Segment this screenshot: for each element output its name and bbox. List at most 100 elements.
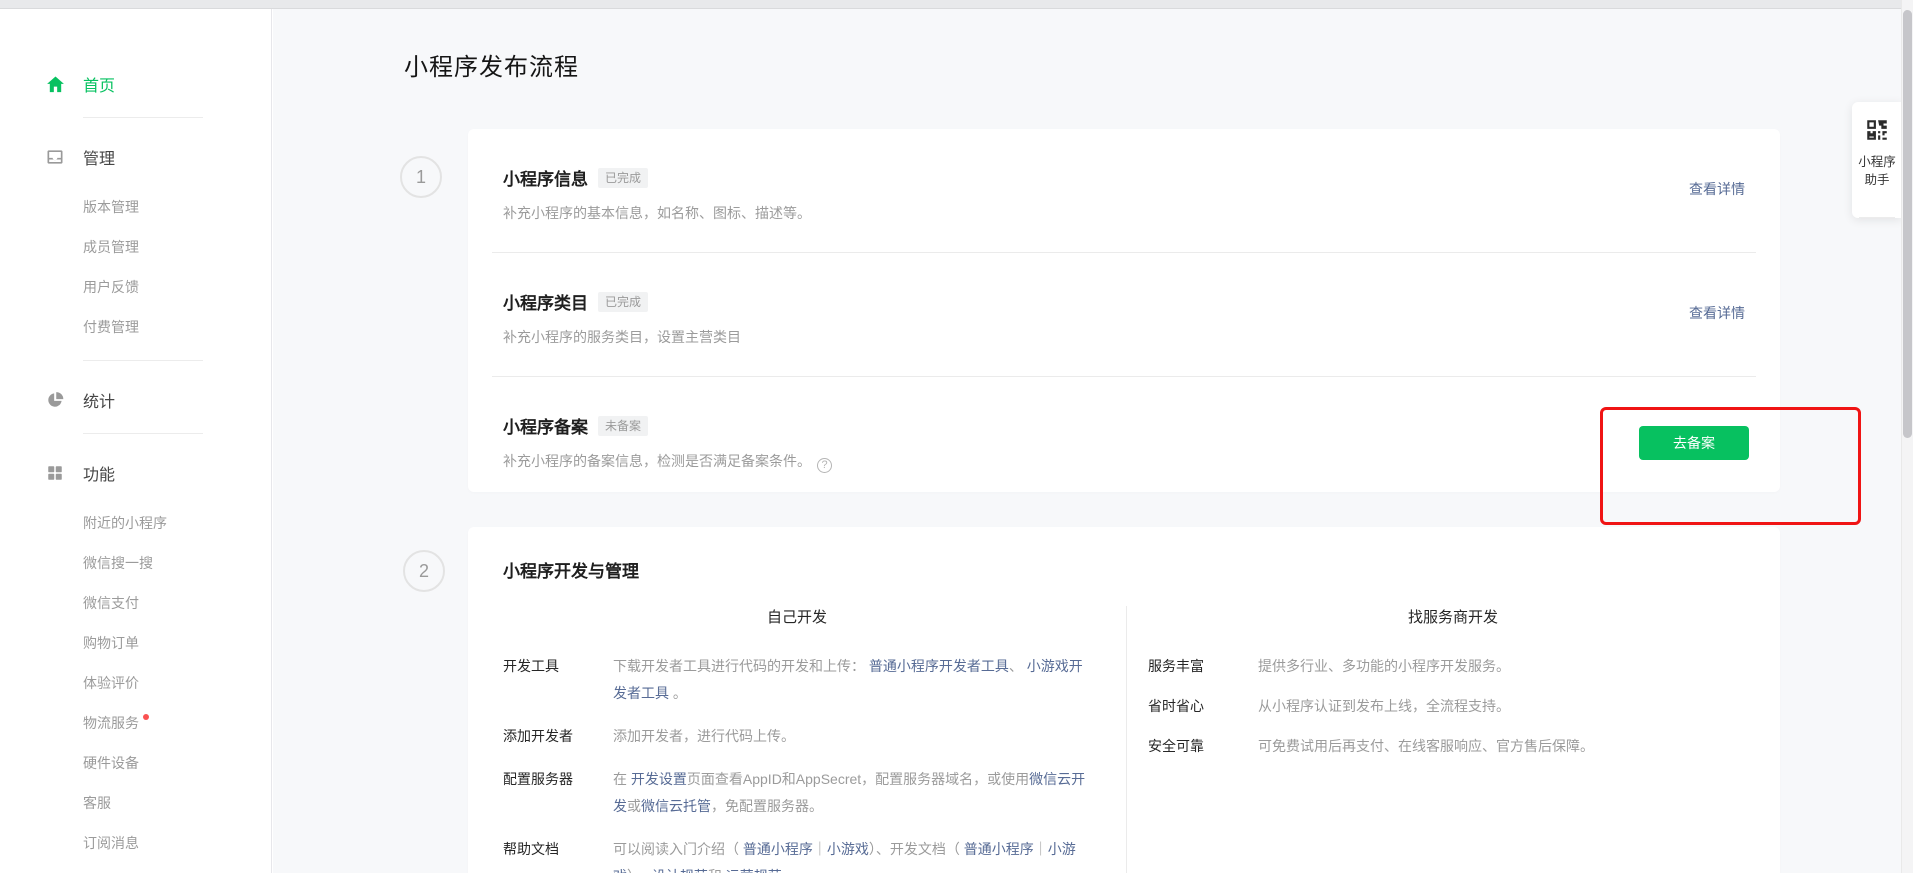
sidebar: 首页管理版本管理成员管理用户反馈付费管理统计功能附近的小程序微信搜一搜微信支付购… xyxy=(0,9,272,873)
inline-link[interactable]: 普通小程序开发者工具 xyxy=(869,658,1009,674)
sidebar-item-features[interactable]: 功能 xyxy=(0,453,271,493)
pie-chart-icon xyxy=(44,389,66,411)
column-self-dev: 自己开发开发工具下载开发者工具进行代码的开发和上传： 普通小程序开发者工具、 小… xyxy=(468,606,1126,873)
inline-text: ）、开发文档（ xyxy=(869,841,964,857)
dev-row-label: 帮助文档 xyxy=(503,836,613,873)
sidebar-subitem-label: 体验评价 xyxy=(83,673,139,693)
sidebar-subitem-label: 用户反馈 xyxy=(83,277,139,297)
dev-row-text: 从小程序认证到发布上线，全流程支持。 xyxy=(1258,693,1750,720)
sidebar-subitem[interactable]: 成员管理 xyxy=(0,227,271,267)
step-row-head: 小程序类目已完成 xyxy=(503,289,1745,314)
dev-row-label: 开发工具 xyxy=(503,653,613,707)
inline-link[interactable]: 开发设置 xyxy=(631,771,687,787)
sidebar-subitem-label: 付费管理 xyxy=(83,317,139,337)
step-row-desc-text: 补充小程序的备案信息，检测是否满足备案条件。 xyxy=(503,453,811,469)
sidebar-subitem[interactable]: 附近的小程序 xyxy=(0,503,271,543)
mini-program-assistant-widget[interactable]: 小程序 助手 xyxy=(1852,102,1902,218)
step-row-desc: 补充小程序的备案信息，检测是否满足备案条件。? xyxy=(503,451,1745,473)
notification-dot xyxy=(143,714,149,720)
home-icon xyxy=(44,73,66,95)
inline-link[interactable]: 运营规范 xyxy=(726,868,782,873)
inline-text: ）、 xyxy=(627,868,652,873)
inline-text: 和 xyxy=(708,868,726,873)
sidebar-subitem[interactable]: 硬件设备 xyxy=(0,743,271,783)
view-details-link[interactable]: 查看详情 xyxy=(1689,303,1745,323)
dev-row: 省时省心从小程序认证到发布上线，全流程支持。 xyxy=(1148,693,1750,720)
sidebar-item-label: 管理 xyxy=(83,145,115,169)
dev-row: 安全可靠可免费试用后再支付、在线客服响应、官方售后保障。 xyxy=(1148,733,1750,760)
sidebar-item-label: 首页 xyxy=(83,72,115,96)
dev-row: 开发工具下载开发者工具进行代码的开发和上传： 普通小程序开发者工具、 小游戏开发… xyxy=(503,653,1090,707)
step-row-desc: 补充小程序的基本信息，如名称、图标、描述等。 xyxy=(503,203,1745,223)
dev-row: 配置服务器在 开发设置页面查看AppID和AppSecret，配置服务器域名，或… xyxy=(503,766,1090,820)
sidebar-subitem[interactable]: 物流服务 xyxy=(0,703,271,743)
inline-link[interactable]: 微信云托管 xyxy=(641,798,711,814)
sidebar-subitem[interactable]: 微信支付 xyxy=(0,583,271,623)
inline-link[interactable]: 小游戏 xyxy=(827,841,869,857)
step-row-info: 小程序信息已完成补充小程序的基本信息，如名称、图标、描述等。 查看详情 xyxy=(468,129,1780,253)
sidebar-divider xyxy=(83,433,203,434)
column-header-self-dev: 自己开发 xyxy=(468,606,1126,627)
step-row-beian: 小程序备案未备案补充小程序的备案信息，检测是否满足备案条件。?去备案 xyxy=(468,377,1780,492)
inline-link[interactable]: 设计规范 xyxy=(652,868,708,873)
go-beian-button[interactable]: 去备案 xyxy=(1639,426,1749,460)
inline-text: 可以阅读入门介绍（ xyxy=(613,841,743,857)
sidebar-subitems: 版本管理成员管理用户反馈付费管理 xyxy=(0,177,271,347)
inline-text: 页面查看AppID和AppSecret，配置服务器域名，或使用 xyxy=(687,771,1029,787)
sidebar-subitem[interactable]: 订阅消息 xyxy=(0,823,271,863)
inline-link[interactable]: 普通小程序 xyxy=(743,841,813,857)
develop-manage-card: 小程序开发与管理 自己开发开发工具下载开发者工具进行代码的开发和上传： 普通小程… xyxy=(468,527,1780,873)
page-title: 小程序发布流程 xyxy=(404,47,579,82)
sidebar-nav: 首页管理版本管理成员管理用户反馈付费管理统计功能附近的小程序微信搜一搜微信支付购… xyxy=(0,9,271,863)
inline-link[interactable]: 普通小程序 xyxy=(964,841,1034,857)
sidebar-subitem[interactable]: 体验评价 xyxy=(0,663,271,703)
dev-row: 服务丰富提供多行业、多功能的小程序开发服务。 xyxy=(1148,653,1750,680)
grid-icon xyxy=(44,462,66,484)
sidebar-subitems: 附近的小程序微信搜一搜微信支付购物订单体验评价物流服务硬件设备客服订阅消息 xyxy=(0,493,271,863)
app-window: 首页管理版本管理成员管理用户反馈付费管理统计功能附近的小程序微信搜一搜微信支付购… xyxy=(0,0,1913,873)
step-row-title: 小程序备案 xyxy=(503,413,588,438)
sidebar-item-stats[interactable]: 统计 xyxy=(0,380,271,420)
sidebar-subitem-label: 附近的小程序 xyxy=(83,513,167,533)
sidebar-subitem-label: 购物订单 xyxy=(83,633,139,653)
sidebar-item-home[interactable]: 首页 xyxy=(0,64,271,104)
sidebar-subitem[interactable]: 客服 xyxy=(0,783,271,823)
sidebar-subitem[interactable]: 付费管理 xyxy=(0,307,271,347)
help-icon[interactable]: ? xyxy=(817,458,832,473)
scrollbar-track xyxy=(1901,0,1913,873)
sidebar-divider xyxy=(83,117,203,118)
inline-text: 。 xyxy=(782,868,800,873)
step-row-desc-text: 补充小程序的基本信息，如名称、图标、描述等。 xyxy=(503,205,811,221)
column-divider xyxy=(1126,606,1127,873)
inline-text: 下载开发者工具进行代码的开发和上传： xyxy=(613,658,869,674)
sidebar-subitem[interactable]: 微信搜一搜 xyxy=(0,543,271,583)
sidebar-item-manage[interactable]: 管理 xyxy=(0,137,271,177)
step-row-title: 小程序信息 xyxy=(503,165,588,190)
step-row-head: 小程序信息已完成 xyxy=(503,165,1745,190)
inline-text: 或 xyxy=(627,798,641,814)
step-2-indicator: 2 xyxy=(403,550,445,592)
sidebar-subitem-label: 硬件设备 xyxy=(83,753,139,773)
inline-text: 、 xyxy=(1009,658,1027,674)
dev-row-text: 下载开发者工具进行代码的开发和上传： 普通小程序开发者工具、 小游戏开发者工具 … xyxy=(613,653,1090,707)
qr-code-icon xyxy=(1864,117,1890,143)
sidebar-subitem[interactable]: 用户反馈 xyxy=(0,267,271,307)
sidebar-subitem-label: 微信支付 xyxy=(83,593,139,613)
dev-row-label: 安全可靠 xyxy=(1148,733,1258,760)
scrollbar-thumb[interactable] xyxy=(1903,10,1912,438)
column-vendor-dev: 找服务商开发服务丰富提供多行业、多功能的小程序开发服务。省时省心从小程序认证到发… xyxy=(1126,606,1780,873)
sidebar-subitem[interactable]: 版本管理 xyxy=(0,187,271,227)
dev-row-text: 提供多行业、多功能的小程序开发服务。 xyxy=(1258,653,1750,680)
sidebar-subitem[interactable]: 购物订单 xyxy=(0,623,271,663)
inline-text: ｜ xyxy=(813,841,827,857)
inline-text: 可免费试用后再支付、在线客服响应、官方售后保障。 xyxy=(1258,738,1594,754)
develop-columns: 自己开发开发工具下载开发者工具进行代码的开发和上传： 普通小程序开发者工具、 小… xyxy=(468,606,1780,873)
dev-row-text: 在 开发设置页面查看AppID和AppSecret，配置服务器域名，或使用微信云… xyxy=(613,766,1090,820)
step-row-category: 小程序类目已完成补充小程序的服务类目，设置主营类目查看详情 xyxy=(468,253,1780,377)
inline-text: ｜ xyxy=(1034,841,1048,857)
sidebar-item-label: 功能 xyxy=(83,461,115,485)
develop-manage-title: 小程序开发与管理 xyxy=(468,557,1780,582)
view-details-link[interactable]: 查看详情 xyxy=(1689,179,1745,199)
sidebar-divider xyxy=(83,360,203,361)
assistant-label: 小程序 助手 xyxy=(1858,153,1896,189)
